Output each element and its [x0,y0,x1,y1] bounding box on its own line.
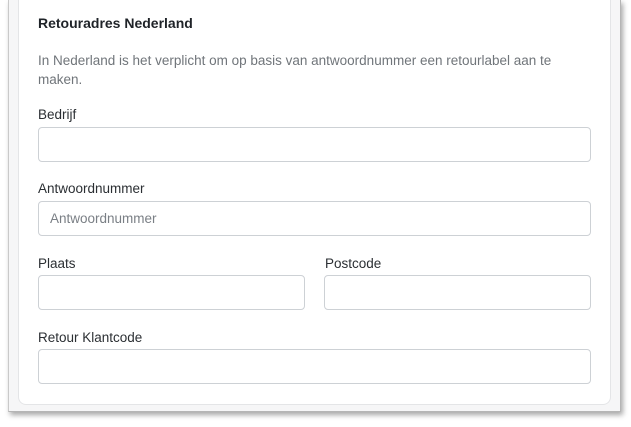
bedrijf-input[interactable] [38,127,591,162]
retour-klantcode-label: Retour Klantcode [38,330,143,345]
bedrijf-label: Bedrijf [38,107,77,122]
retour-klantcode-input[interactable] [38,349,591,384]
antwoordnummer-input[interactable] [38,201,591,236]
section-title: Retouradres Nederland [38,15,193,31]
postcode-input[interactable] [324,275,591,310]
antwoordnummer-label: Antwoordnummer [38,181,145,196]
plaats-input[interactable] [38,275,305,310]
postcode-label: Postcode [325,256,382,271]
section-description: In Nederland is het verplicht om op basi… [38,53,552,87]
plaats-label: Plaats [38,256,76,271]
